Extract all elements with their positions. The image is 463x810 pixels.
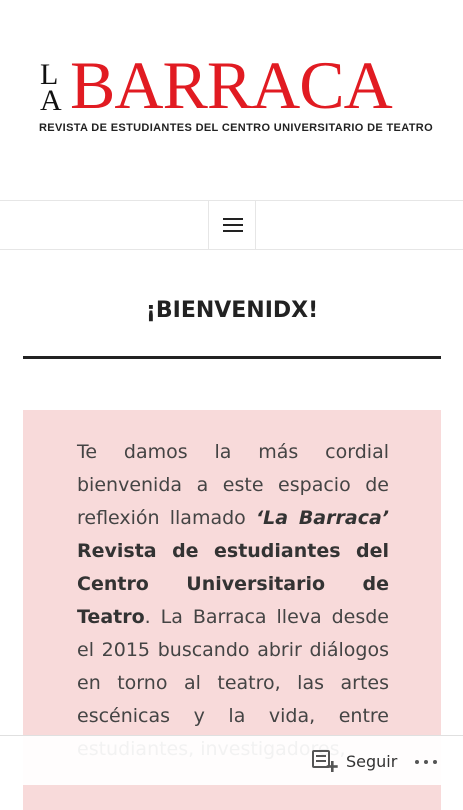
more-options-button[interactable] <box>412 748 442 774</box>
follow-bar: Seguir <box>0 735 463 785</box>
hamburger-menu-icon-line <box>223 230 243 232</box>
more-options-icon <box>415 760 419 764</box>
hamburger-menu-button[interactable] <box>208 201 256 249</box>
hamburger-menu-icon <box>223 218 243 220</box>
more-options-icon-dot <box>424 760 428 764</box>
welcome-text: Te damos la más cordial bienvenida a est… <box>77 436 389 766</box>
hamburger-menu-icon-line <box>223 224 243 226</box>
more-options-icon-dot <box>433 760 437 764</box>
reader-follow-icon <box>312 750 338 772</box>
follow-label: Seguir <box>346 751 398 771</box>
magazine-name: ‘La Barraca’ <box>255 507 389 529</box>
page-title: ¡BIENVENIDX! <box>145 298 319 323</box>
logo-la[interactable]: L A <box>37 60 71 117</box>
welcome-period: . <box>144 606 151 628</box>
follow-button[interactable]: Seguir <box>312 746 397 776</box>
logo-subtitle: REVISTA DE ESTUDIANTES DEL CENTRO UNIVER… <box>39 122 433 134</box>
main-navigation <box>0 200 463 250</box>
site-header: L A BARRACA REVISTA DE ESTUDIANTES DEL C… <box>0 0 463 200</box>
logo-barraca[interactable]: BARRACA <box>70 50 393 120</box>
logo-la-a: A <box>40 84 62 117</box>
title-divider <box>23 356 441 359</box>
